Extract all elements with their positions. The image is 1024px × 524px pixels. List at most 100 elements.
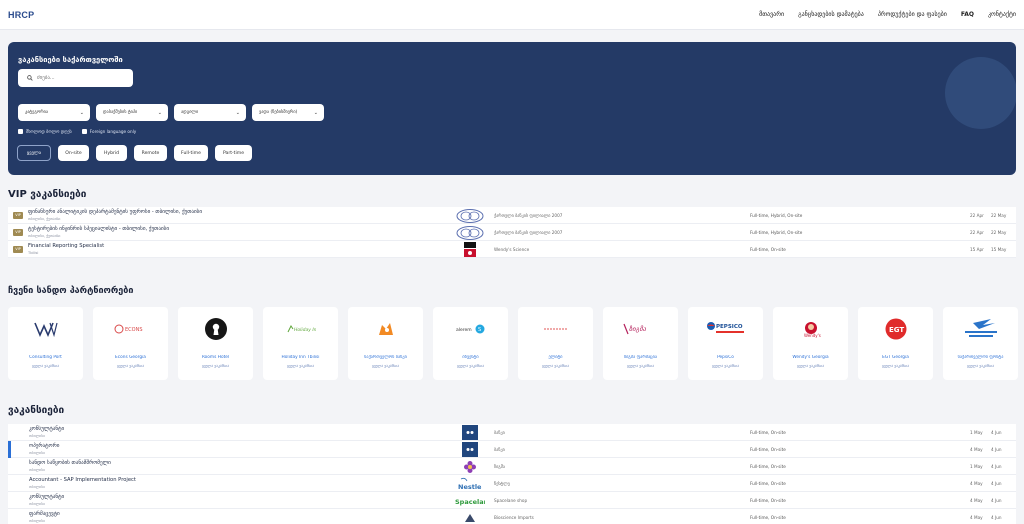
vip-job-row[interactable]: VIP ტესტირების ინჟინრის სპეციალისტი - თბ… — [8, 224, 1016, 241]
job-title[interactable]: კონსულტანტი — [29, 494, 64, 500]
posted-date: 4 May — [970, 481, 983, 486]
checkbox-box[interactable] — [81, 129, 87, 134]
partner-name[interactable]: EGT Georgia — [858, 355, 933, 360]
foreign-language-checkbox[interactable]: Foreign language only — [81, 129, 136, 134]
partner-name[interactable]: ელიტი — [518, 355, 593, 360]
company-logo[interactable] — [455, 208, 485, 223]
partner-card[interactable]: ელიტი ყველა ვაკანსია — [518, 307, 593, 380]
partner-name[interactable]: Wendy's Georgia — [773, 355, 848, 360]
site-logo[interactable]: HRCP — [8, 10, 34, 20]
category-select[interactable]: კატეგორია ⌄ — [18, 104, 90, 121]
company-logo[interactable] — [455, 242, 485, 257]
deadline-date: 4 Jun — [991, 515, 1002, 520]
vip-badge: VIP — [13, 229, 23, 236]
partner-vacancies-link[interactable]: ყველა ვაკანსია — [93, 364, 168, 368]
location-select[interactable]: ადგილი ⌄ — [174, 104, 246, 121]
partner-vacancies-link[interactable]: ყველა ვაკანსია — [348, 364, 423, 368]
partner-name[interactable]: საქართველოს ფოსტა — [943, 355, 1018, 360]
partner-name[interactable]: Consulting Port — [8, 355, 83, 360]
partner-name[interactable]: Rooms Hotel — [178, 355, 253, 360]
partner-vacancies-link[interactable]: ყველა ვაკანსია — [688, 364, 763, 368]
job-row[interactable]: სანდო საწყობის თანამშრომელი თბილისი ზიგმ… — [8, 458, 1016, 475]
partner-card[interactable]: EGT EGT Georgia ყველა ვაკანსია — [858, 307, 933, 380]
partner-vacancies-link[interactable]: ყველა ვაკანსია — [943, 364, 1018, 368]
nav-link-faq[interactable]: FAQ — [961, 11, 974, 18]
spacelane-logo-icon: Spacelane — [455, 498, 485, 506]
chip-on-site[interactable]: On-site — [58, 145, 89, 161]
nav-link-home[interactable]: მთავარი — [759, 11, 784, 18]
job-title[interactable]: ფარმაცევტი — [29, 511, 60, 517]
posted-date: 4 May — [970, 498, 983, 503]
last-day-checkbox[interactable]: მხოლოდ ბოლო დღეს — [18, 129, 72, 134]
job-title[interactable]: სანდო საწყობის თანამშრომელი — [29, 460, 111, 466]
nav-link-pricing[interactable]: პროდუქტები და ფასები — [878, 11, 947, 18]
partner-vacancies-link[interactable]: ყველა ვაკანსია — [433, 364, 508, 368]
chip-all[interactable]: ყველა — [17, 145, 51, 161]
company-logo[interactable] — [455, 510, 485, 524]
work-type-chips: ყველა On-site Hybrid Remote Full-time Pa… — [17, 145, 252, 161]
partner-vacancies-link[interactable]: ყველა ვაკანსია — [773, 364, 848, 368]
job-row[interactable]: ოპერატორი თბილისი ბანკი Full-time, On-si… — [8, 441, 1016, 458]
nav-link-post-job[interactable]: განცხადების დამატება — [798, 11, 864, 18]
partner-card[interactable]: Holiday Inn Holiday Inn Tbilisi ყველა ვა… — [263, 307, 338, 380]
job-title[interactable]: ტესტირების ინჟინრის სპეციალისტი - თბილის… — [28, 226, 169, 232]
partner-vacancies-link[interactable]: ყველა ვაკანსია — [603, 364, 678, 368]
job-row[interactable]: ფარმაცევტი თბილისი Bioscience Imports Fu… — [8, 509, 1016, 524]
company-logo[interactable] — [455, 225, 485, 240]
company-logo[interactable]: Nestle — [455, 476, 485, 491]
jobs-section-title: ვაკანსიები — [8, 405, 65, 416]
job-title[interactable]: კონსულტანტი — [29, 426, 64, 432]
svg-text:EGT: EGT — [889, 326, 904, 334]
partner-card[interactable]: საქართველოს ბანკი ყველა ვაკანსია — [348, 307, 423, 380]
deadline-date: 4 Jun — [991, 464, 1002, 469]
vip-job-row[interactable]: VIP ფინანსური ანალიტიკის დეპარტამენტის უ… — [8, 207, 1016, 224]
partner-vacancies-link[interactable]: ყველა ვაკანსია — [178, 364, 253, 368]
chip-hybrid[interactable]: Hybrid — [96, 145, 127, 161]
partner-card[interactable]: Rooms Hotel ყველა ვაკანსია — [178, 307, 253, 380]
job-row[interactable]: კონსულტანტი თბილისი Spacelane Spacelane … — [8, 492, 1016, 509]
job-title[interactable]: Financial Reporting Specialist — [28, 243, 104, 249]
search-input[interactable] — [37, 72, 129, 84]
chip-remote[interactable]: Remote — [134, 145, 167, 161]
partner-name[interactable]: საქართველოს ბანკი — [348, 355, 423, 360]
job-row[interactable]: Accountant - SAP Implementation Project … — [8, 475, 1016, 492]
partner-vacancies-link[interactable]: ყველა ვაკანსია — [518, 364, 593, 368]
partner-vacancies-link[interactable]: ყველა ვაკანსია — [858, 364, 933, 368]
partner-card[interactable]: PEPSICO PepsiCo ყველა ვაკანსია — [688, 307, 763, 380]
company-logo[interactable]: Spacelane — [455, 493, 485, 508]
company-logo[interactable] — [455, 442, 485, 457]
work-type: Full-time, On-site — [750, 247, 786, 252]
company-name: ნესტლე — [494, 481, 510, 486]
partner-card[interactable]: Consulting Port ყველა ვაკანსია — [8, 307, 83, 380]
job-title[interactable]: ოპერატორი — [29, 443, 59, 449]
partner-name[interactable]: Econs Georgia — [93, 355, 168, 360]
employment-type-select[interactable]: დასაქმების ტიპი ⌄ — [96, 104, 168, 121]
vip-job-row[interactable]: VIP Financial Reporting Specialist Tbili… — [8, 241, 1016, 258]
nav-link-contact[interactable]: კონტაქტი — [988, 11, 1016, 18]
partner-name[interactable]: PepsiCo — [688, 355, 763, 360]
partner-name[interactable]: ზიგმა ფარმაცია — [603, 355, 678, 360]
company-logo[interactable] — [455, 459, 485, 474]
partner-vacancies-link[interactable]: ყველა ვაკანსია — [263, 364, 338, 368]
job-location: თბილისი — [29, 468, 46, 472]
work-type: Full-time, On-site — [750, 481, 786, 486]
partner-card[interactable]: Wendy's Wendy's Georgia ყველა ვაკანსია — [773, 307, 848, 380]
georgian-post-logo-icon — [964, 319, 997, 337]
partner-name[interactable]: ინვესტი — [433, 355, 508, 360]
job-title[interactable]: Accountant - SAP Implementation Project — [29, 477, 136, 483]
chip-part-time[interactable]: Part-time — [215, 145, 252, 161]
partner-card[interactable]: ECONS Econs Georgia ყველა ვაკანსია — [93, 307, 168, 380]
job-row[interactable]: კონსულტანტი თბილისი ბანკი Full-time, On-… — [8, 424, 1016, 441]
checkbox-box[interactable] — [18, 129, 23, 134]
search-box[interactable] — [18, 69, 133, 87]
chip-full-time[interactable]: Full-time — [174, 145, 208, 161]
company-logo[interactable] — [455, 425, 485, 440]
period-select[interactable]: ვადა (ნებისმიერი) ⌄ — [252, 104, 324, 121]
partner-card[interactable]: alerem S ინვესტი ყველა ვაკანსია — [433, 307, 508, 380]
partner-card[interactable]: ზიგმა ზიგმა ფარმაცია ყველა ვაკანსია — [603, 307, 678, 380]
deadline-date: 4 Jun — [991, 447, 1002, 452]
partner-card[interactable]: საქართველოს ფოსტა ყველა ვაკანსია — [943, 307, 1018, 380]
partner-vacancies-link[interactable]: ყველა ვაკანსია — [8, 364, 83, 368]
partner-name[interactable]: Holiday Inn Tbilisi — [263, 355, 338, 360]
job-title[interactable]: ფინანსური ანალიტიკის დეპარტამენტის უფროს… — [28, 209, 202, 215]
